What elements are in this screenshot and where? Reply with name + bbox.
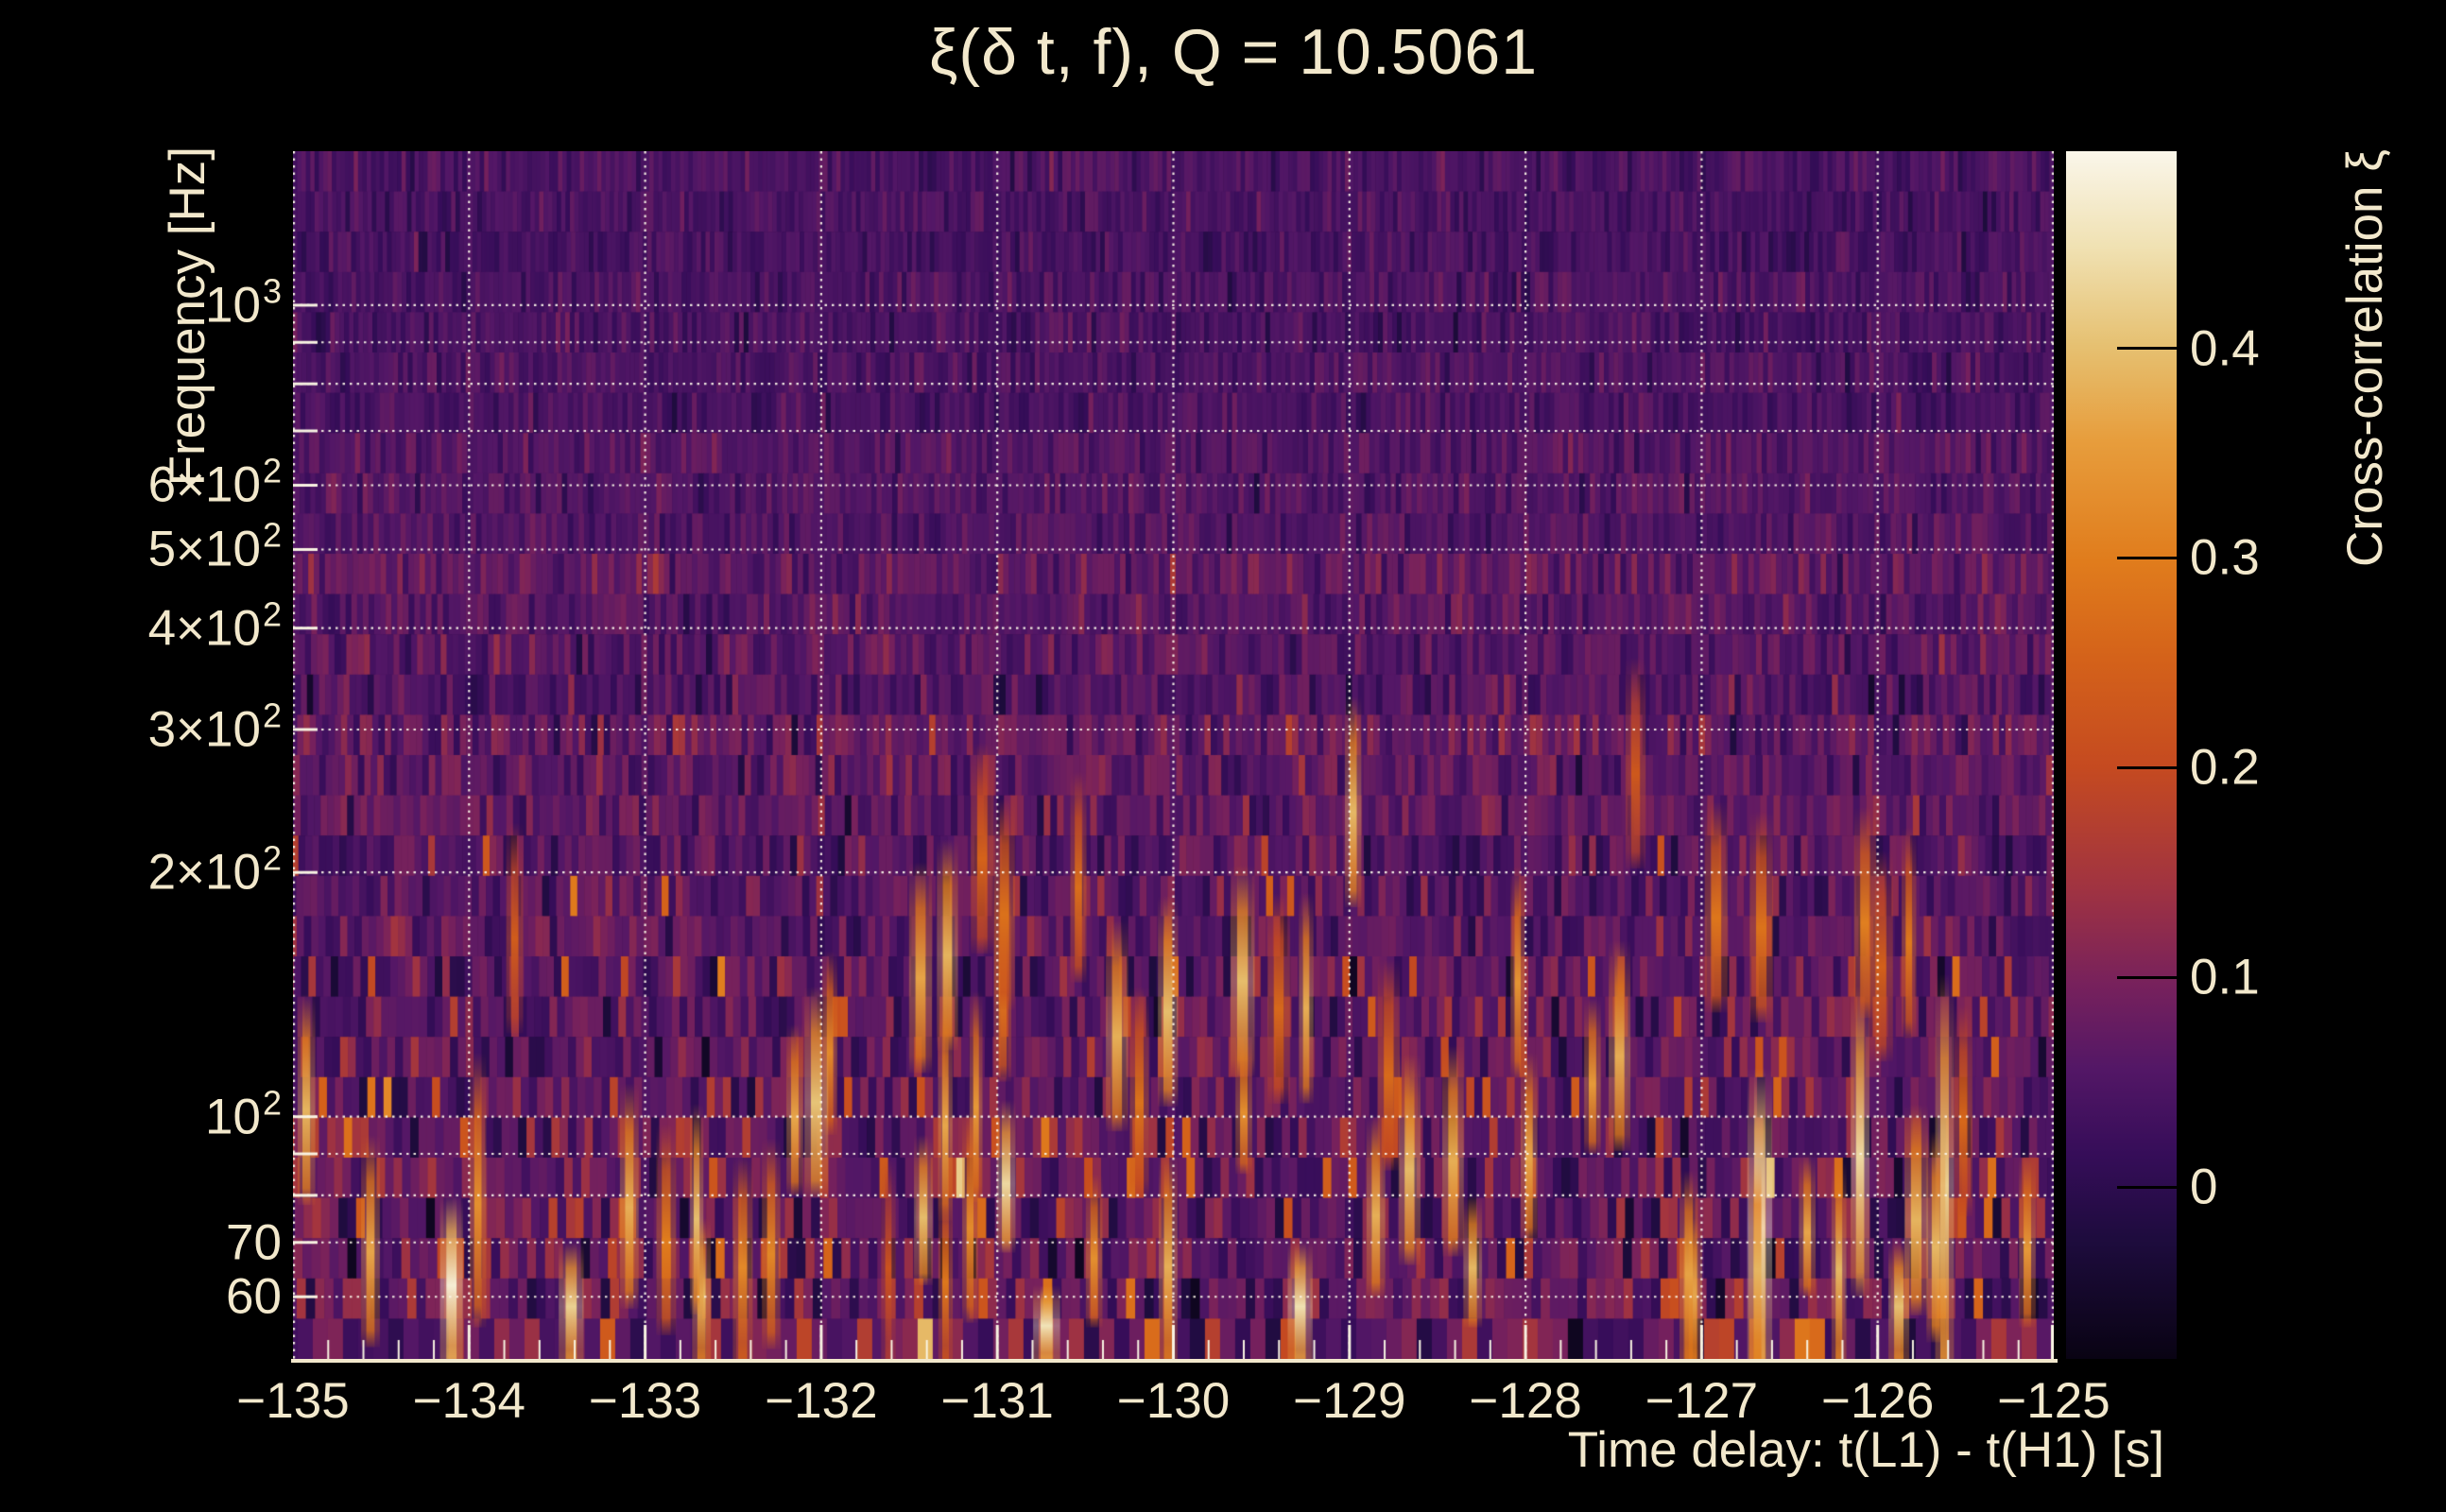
x-axis-tick-label: −130 (1117, 1372, 1230, 1430)
colorbar-tick (2117, 557, 2178, 559)
colorbar-tick-label: 0 (2190, 1159, 2217, 1216)
y-axis-tick-label: 2×102 (148, 844, 282, 902)
colorbar-title: Cross-correlation ξ (2336, 149, 2394, 567)
colorbar-tick-label: 0.1 (2190, 949, 2260, 1006)
y-axis-tick-label: 60 (226, 1268, 282, 1326)
colorbar-tick-label: 0.2 (2190, 739, 2260, 797)
colorbar-tick-label: 0.3 (2190, 529, 2260, 587)
colorbar-tick (2117, 347, 2178, 350)
x-axis-tick-label: −128 (1469, 1372, 1581, 1430)
x-axis-title: Time delay: t(L1) - t(H1) [s] (1568, 1421, 2164, 1479)
x-axis-tick-label: −129 (1293, 1372, 1405, 1430)
plot-title: ξ(δ t, f), Q = 10.5061 (929, 15, 1538, 89)
x-axis-tick-label: −132 (765, 1372, 877, 1430)
heatmap-canvas (293, 151, 2054, 1359)
colorbar-gradient (2066, 151, 2177, 1359)
y-axis-tick-label: 3×102 (148, 700, 282, 758)
x-axis-tick-label: −131 (940, 1372, 1053, 1430)
y-axis-tick-label: 4×102 (148, 599, 282, 657)
colorbar-tick (2117, 1186, 2178, 1189)
colorbar-tick (2117, 766, 2178, 769)
y-axis-title: Frequency [Hz] (159, 146, 216, 486)
y-axis-tick-label: 70 (226, 1213, 282, 1271)
colorbar-tick-label: 0.4 (2190, 319, 2260, 377)
colorbar-tick (2117, 976, 2178, 979)
x-axis-line (291, 1359, 2058, 1363)
y-axis-tick-label: 102 (205, 1088, 282, 1145)
x-axis-tick-label: −134 (413, 1372, 525, 1430)
cross-correlation-qscan-figure: ξ(δ t, f), Q = 10.5061 −135 −134 −133 −132 −… (0, 0, 2446, 1512)
x-axis-tick-label: −135 (236, 1372, 349, 1430)
x-axis-tick-label: −133 (589, 1372, 701, 1430)
y-axis-tick-label: 5×102 (148, 521, 282, 578)
y-axis-tick-label: 103 (205, 276, 282, 334)
